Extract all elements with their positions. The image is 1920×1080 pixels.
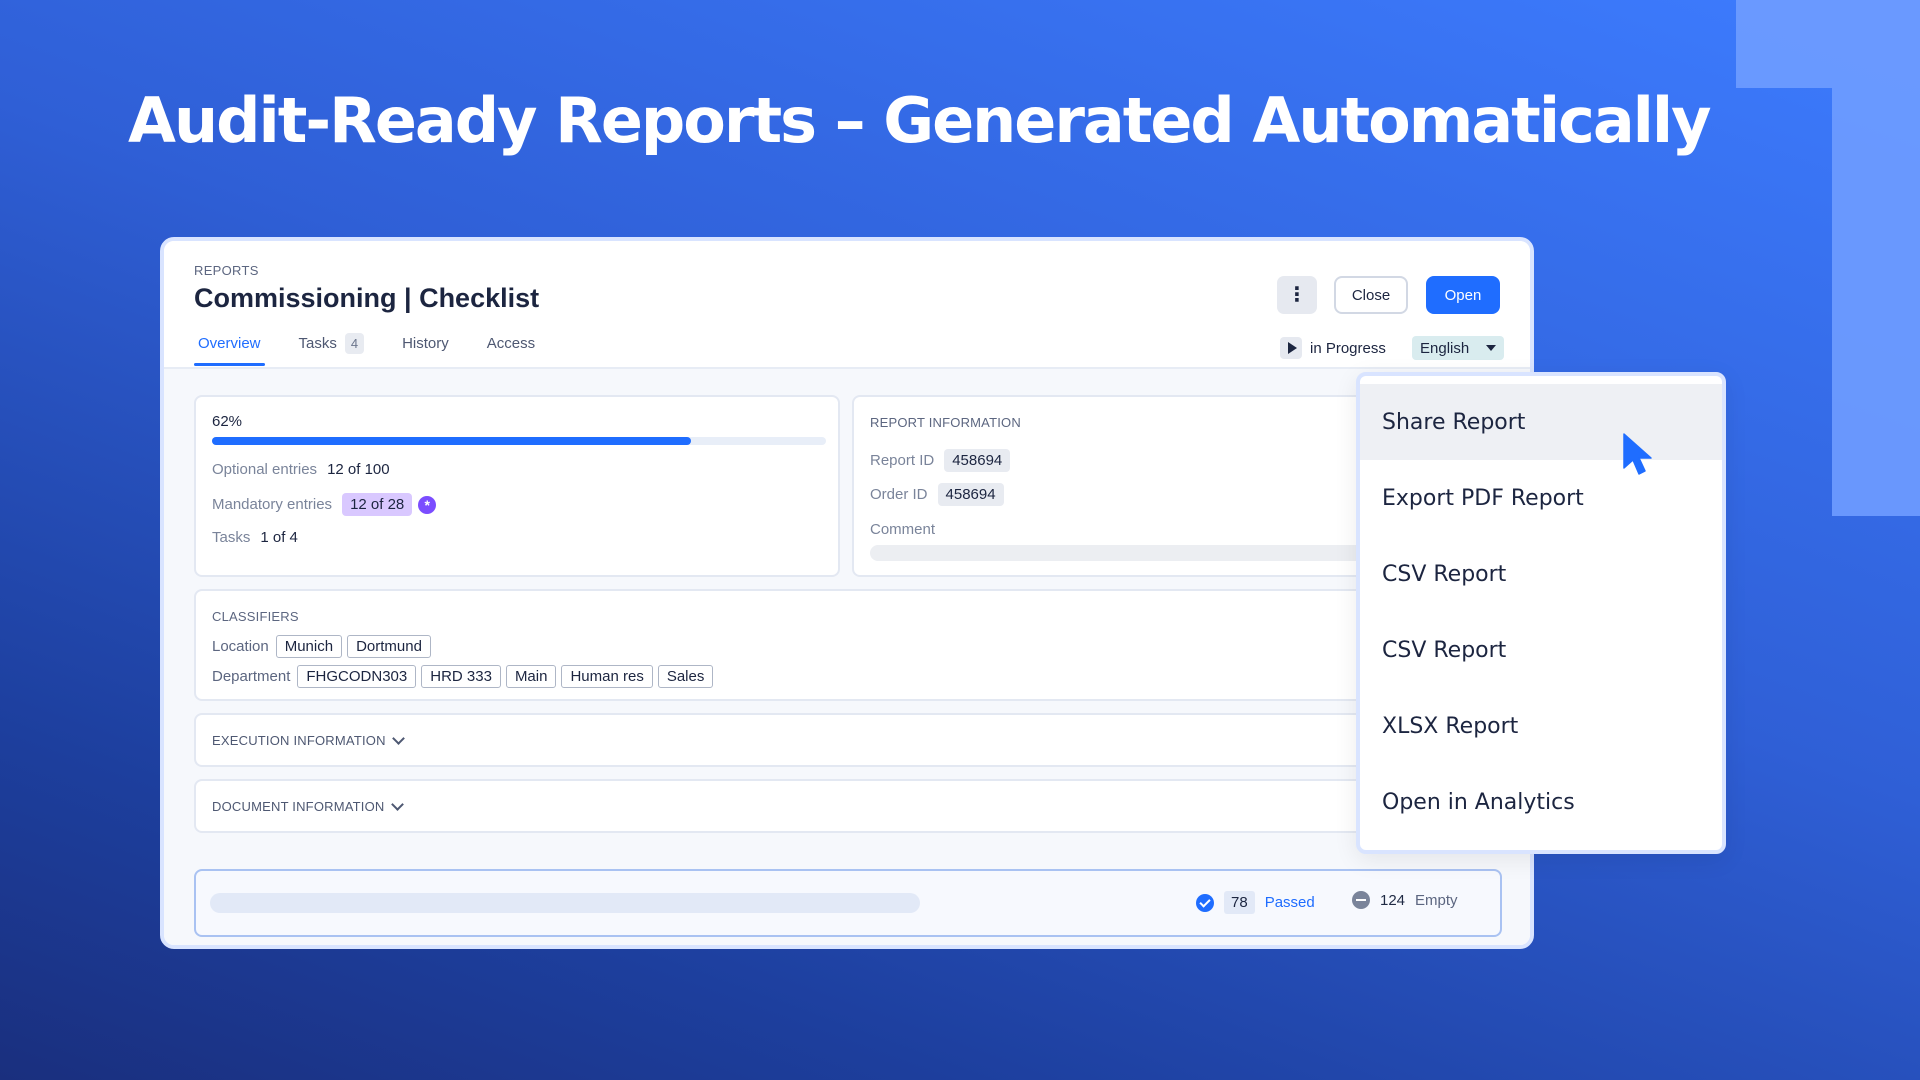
progress-panel: 62% Optional entries 12 of 100 Mandatory… (194, 395, 840, 577)
empty-label: Empty (1415, 891, 1458, 909)
status-label: in Progress (1310, 339, 1386, 357)
progress-percent: 62% (212, 413, 243, 430)
language-value: English (1420, 339, 1470, 357)
optional-entries-label: Optional entries (212, 461, 318, 478)
check-circle-icon (1196, 893, 1214, 912)
tab-tasks[interactable]: Tasks 4 (295, 333, 369, 364)
passed-count: 78 (1224, 891, 1255, 914)
report-body: 62% Optional entries 12 of 100 Mandatory… (164, 369, 1530, 945)
breadcrumb: REPORTS (194, 263, 259, 278)
tab-bar: Overview Tasks 4 History Access (194, 333, 539, 366)
chevron-down-icon (390, 797, 404, 811)
document-information-section[interactable]: DOCUMENT INFORMATION (194, 779, 1494, 833)
progress-bar (212, 437, 826, 445)
comment-label: Comment (870, 521, 936, 538)
report-id-row: Report ID 458694 (870, 449, 1011, 472)
department-chip[interactable]: Human res (561, 665, 653, 688)
menu-item-xlsx-report[interactable]: XLSX Report (1360, 688, 1722, 764)
execution-information-heading: EXECUTION INFORMATION (212, 733, 386, 748)
department-chip[interactable]: Sales (657, 665, 714, 688)
open-button[interactable]: Open (1426, 276, 1500, 314)
mandatory-entries-row: Mandatory entries 12 of 28 * (212, 493, 437, 516)
more-options-button[interactable]: ⋮ (1277, 276, 1317, 314)
tab-label: Tasks (298, 335, 337, 352)
department-chip[interactable]: Main (505, 665, 557, 688)
location-chip[interactable]: Munich (275, 635, 343, 658)
minus-circle-icon (1352, 891, 1370, 909)
classifiers-panel: CLASSIFIERS Location Munich Dortmund Dep… (194, 589, 1494, 701)
menu-item-csv-report[interactable]: CSV Report (1360, 536, 1722, 612)
order-id-value: 458694 (937, 483, 1004, 506)
close-button[interactable]: Close (1334, 276, 1408, 314)
tab-label: Access (486, 335, 536, 352)
menu-item-open-in-analytics[interactable]: Open in Analytics (1360, 764, 1722, 840)
order-id-row: Order ID 458694 (870, 483, 1004, 506)
tab-history[interactable]: History (398, 333, 453, 364)
tab-overview[interactable]: Overview (194, 333, 265, 366)
status-indicator: in Progress (1280, 337, 1386, 359)
more-vertical-icon: ⋮ (1287, 284, 1307, 306)
tab-label: Overview (198, 335, 261, 352)
tasks-label: Tasks (212, 529, 251, 546)
report-id-label: Report ID (870, 452, 935, 469)
location-row: Location Munich Dortmund (212, 635, 431, 658)
document-information-toggle[interactable]: DOCUMENT INFORMATION (212, 797, 404, 814)
passed-stat[interactable]: 78 Passed (1196, 891, 1315, 914)
comment-row: Comment (870, 521, 935, 538)
report-information-heading: REPORT INFORMATION (870, 415, 1021, 430)
empty-count: 124 (1380, 891, 1406, 909)
report-information-panel: REPORT INFORMATION Report ID 458694 Orde… (852, 395, 1412, 577)
decorative-block-top (1736, 0, 1920, 88)
passed-label: Passed (1264, 894, 1315, 911)
tab-access[interactable]: Access (483, 333, 539, 364)
tasks-row: Tasks 1 of 4 (212, 529, 298, 546)
required-asterisk-icon: * (418, 495, 437, 514)
report-actions-menu: Share Report Export PDF Report CSV Repor… (1356, 372, 1726, 854)
report-id-value: 458694 (944, 449, 1011, 472)
tasks-value: 1 of 4 (260, 529, 298, 546)
location-label: Location (212, 638, 269, 655)
page-title: Commissioning | Checklist (194, 283, 540, 313)
menu-item-csv-report-2[interactable]: CSV Report (1360, 612, 1722, 688)
department-row: Department FHGCODN303 HRD 333 Main Human… (212, 665, 714, 688)
results-progress-track (210, 893, 920, 913)
document-information-heading: DOCUMENT INFORMATION (212, 799, 385, 814)
chevron-down-icon (1486, 345, 1496, 351)
language-select[interactable]: English (1412, 336, 1504, 360)
mandatory-entries-badge: 12 of 28 (342, 493, 413, 516)
results-summary-bar: 78 Passed 124 Empty (194, 869, 1502, 937)
order-id-label: Order ID (870, 486, 928, 503)
mandatory-entries-label: Mandatory entries (212, 496, 333, 513)
classifiers-heading: CLASSIFIERS (212, 609, 299, 624)
tasks-count-badge: 4 (344, 333, 365, 354)
decorative-block-side (1832, 88, 1920, 516)
menu-item-share-report[interactable]: Share Report (1360, 384, 1722, 460)
optional-entries-row: Optional entries 12 of 100 (212, 461, 390, 478)
location-chip[interactable]: Dortmund (347, 635, 431, 658)
report-header: REPORTS Commissioning | Checklist ⋮ Clos… (164, 241, 1530, 369)
play-icon[interactable] (1280, 337, 1302, 359)
menu-item-export-pdf-report[interactable]: Export PDF Report (1360, 460, 1722, 536)
report-window: REPORTS Commissioning | Checklist ⋮ Clos… (160, 237, 1534, 949)
comment-field[interactable] (870, 545, 1390, 561)
mouse-cursor-icon (1623, 433, 1652, 475)
progress-bar-fill (212, 437, 691, 445)
tab-label: History (402, 335, 449, 352)
department-label: Department (212, 668, 291, 685)
marketing-headline: Audit-Ready Reports – Generated Automati… (128, 84, 1712, 157)
execution-information-toggle[interactable]: EXECUTION INFORMATION (212, 731, 405, 748)
optional-entries-value: 12 of 100 (327, 461, 390, 478)
chevron-down-icon (391, 731, 405, 745)
department-chip[interactable]: HRD 333 (421, 665, 501, 688)
department-chip[interactable]: FHGCODN303 (297, 665, 417, 688)
execution-information-section[interactable]: EXECUTION INFORMATION (194, 713, 1494, 767)
empty-stat[interactable]: 124 Empty (1352, 891, 1458, 909)
